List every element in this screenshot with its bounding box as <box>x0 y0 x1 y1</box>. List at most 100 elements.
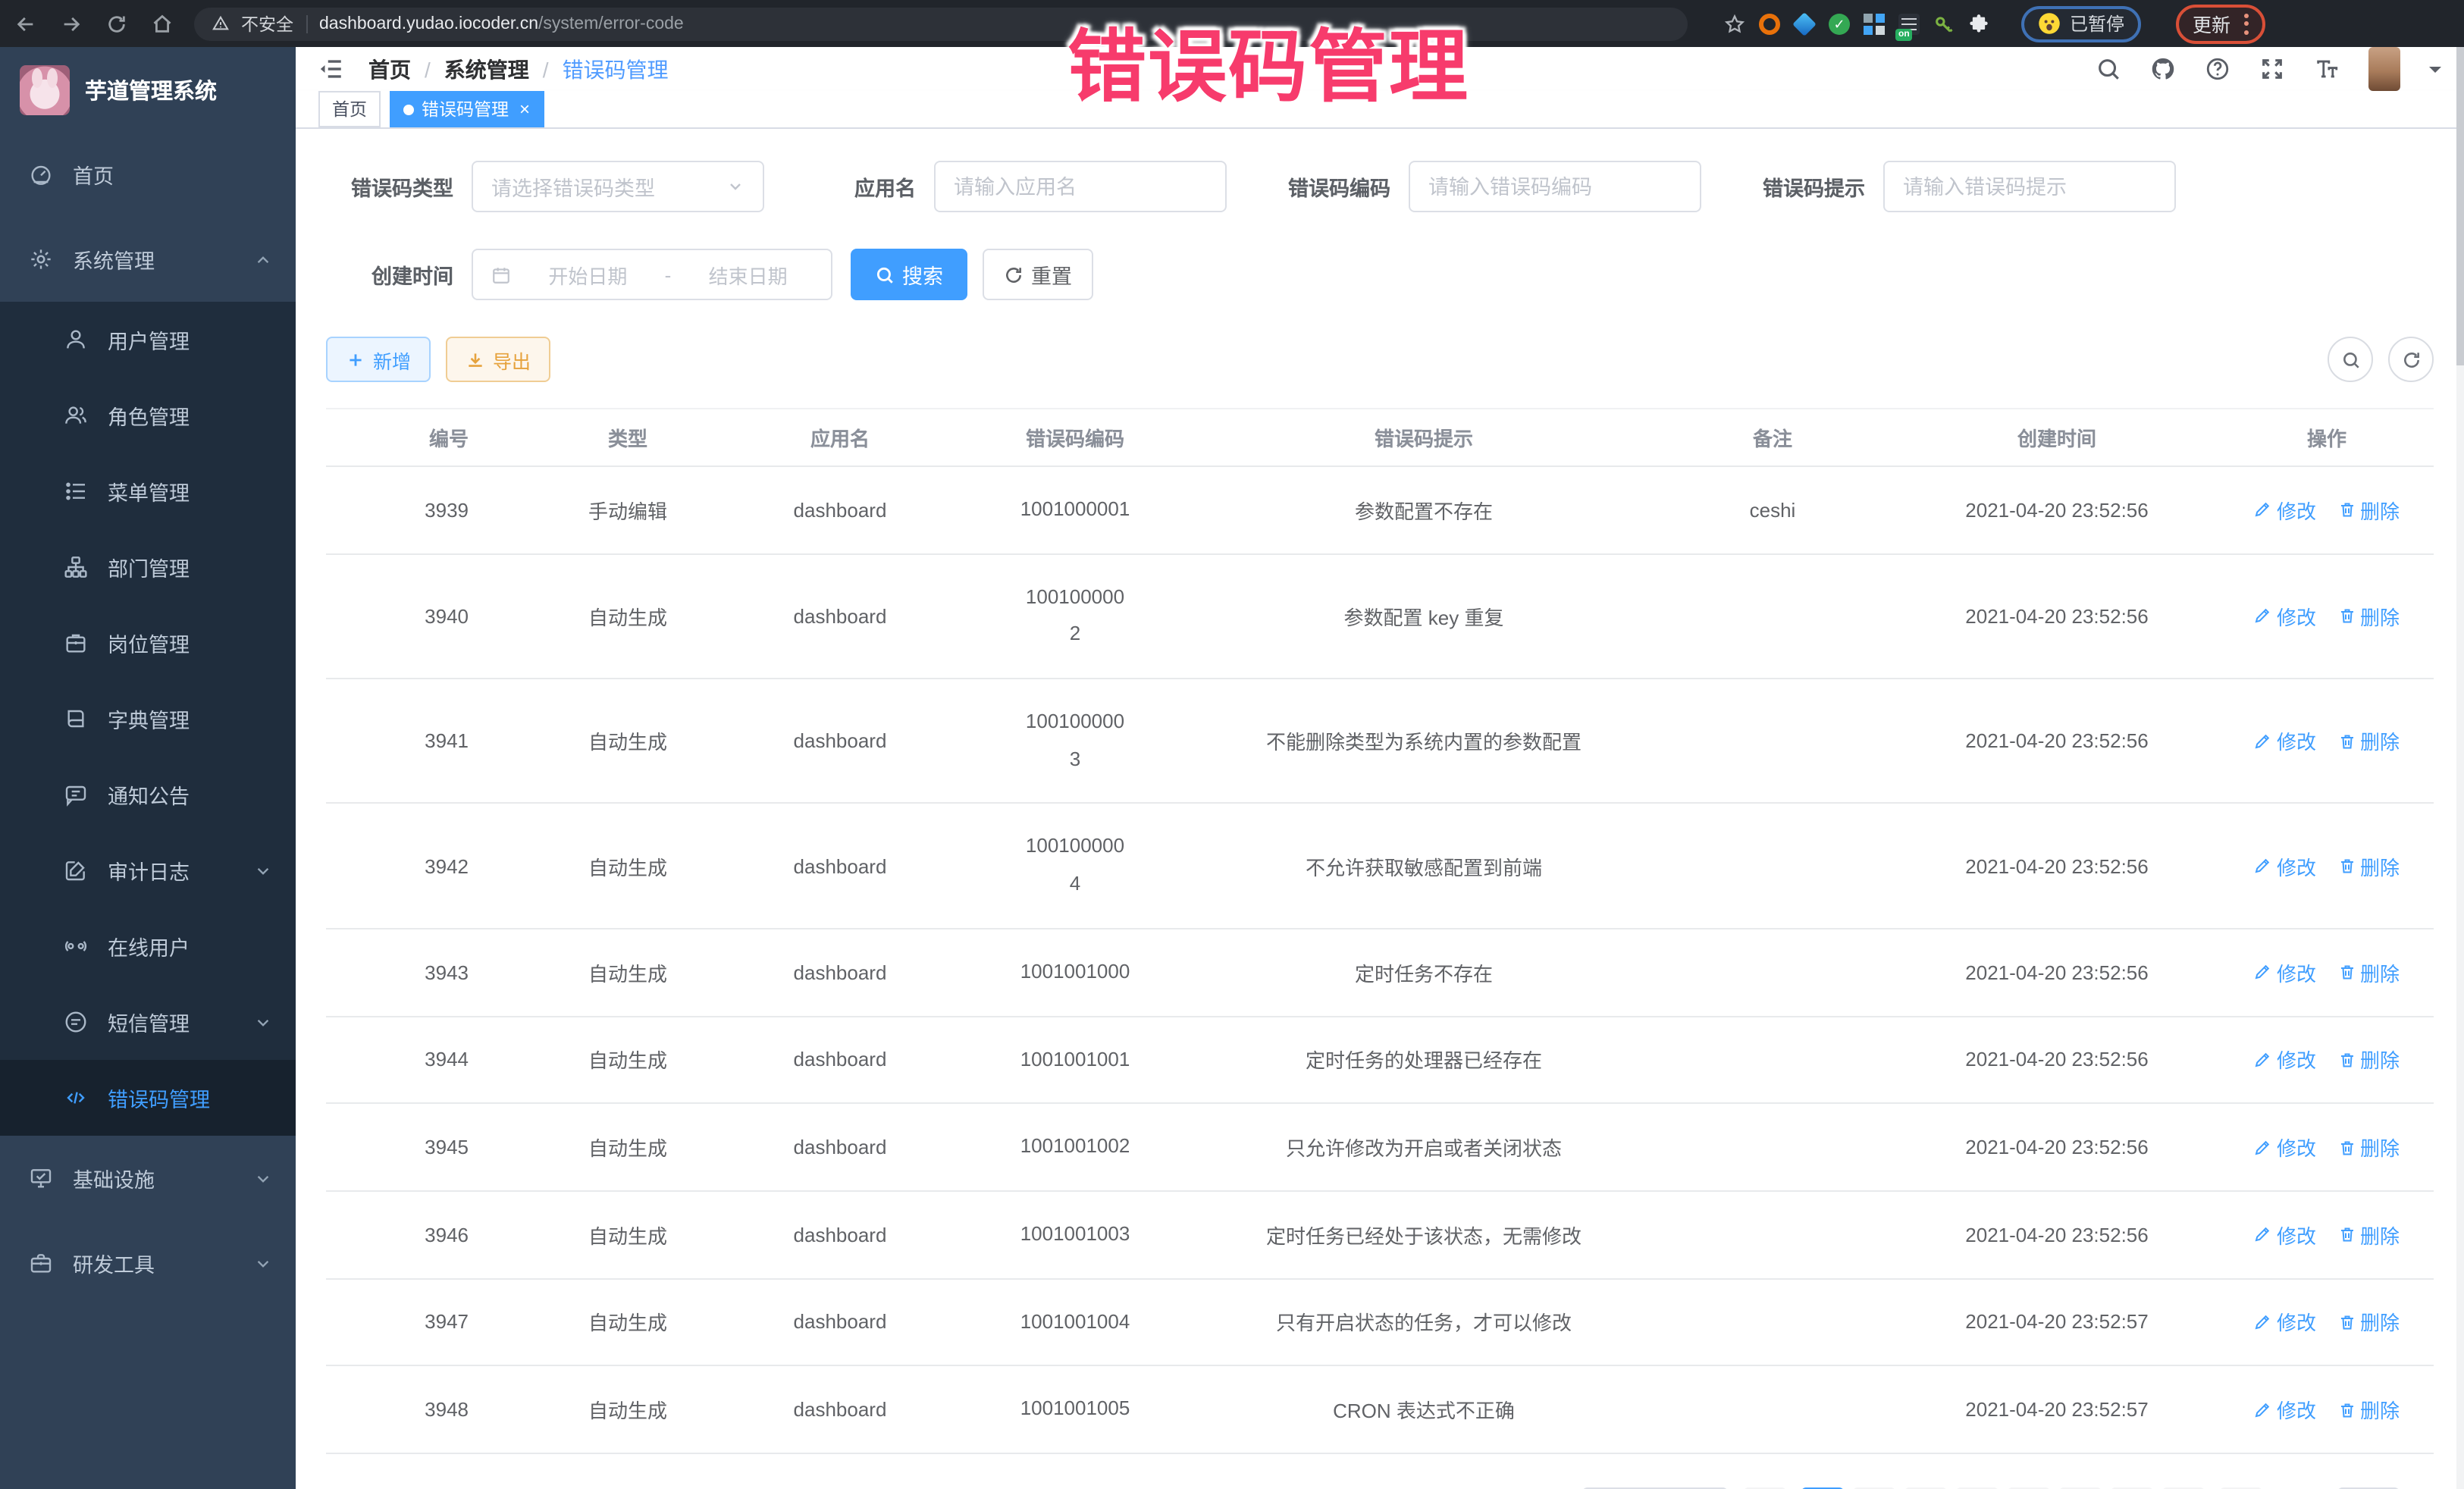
browser-forward-icon[interactable] <box>61 13 82 34</box>
sidebar-item-system-mgmt[interactable]: 系统管理 <box>0 217 296 302</box>
table-cell: ceshi <box>1651 466 1894 553</box>
search-icon <box>2340 350 2360 369</box>
breadcrumb-home[interactable]: 首页 <box>368 54 411 84</box>
roles-icon <box>64 403 88 428</box>
add-button[interactable]: 新增 <box>326 337 431 382</box>
edit-link[interactable]: 修改 <box>2254 1220 2316 1249</box>
actions-cell: 修改删除 <box>2220 679 2434 804</box>
delete-link[interactable]: 删除 <box>2337 496 2400 525</box>
profile-paused-badge[interactable]: 已暂停 <box>2021 5 2141 42</box>
edit-link[interactable]: 修改 <box>2254 727 2316 756</box>
extension-grid-icon[interactable] <box>1864 13 1885 34</box>
delete-link[interactable]: 删除 <box>2337 958 2400 986</box>
fullscreen-icon[interactable] <box>2259 56 2285 82</box>
edit-link[interactable]: 修改 <box>2254 1045 2316 1074</box>
sidebar-item-audit-log[interactable]: 审计日志 <box>0 832 296 908</box>
extension-check-icon[interactable]: ✓ <box>1829 13 1850 34</box>
edit-link[interactable]: 修改 <box>2254 496 2316 525</box>
help-question-icon[interactable] <box>2205 56 2230 82</box>
delete-link[interactable]: 删除 <box>2337 1220 2400 1249</box>
edit-link[interactable]: 修改 <box>2254 602 2316 631</box>
app-name-input[interactable] <box>954 175 1207 198</box>
sidebar-item-infrastructure[interactable]: 基础设施 <box>0 1136 296 1221</box>
extension-list-on-icon[interactable]: on <box>1898 13 1920 34</box>
sidebar-item-dev-tools[interactable]: 研发工具 <box>0 1221 296 1306</box>
github-icon[interactable] <box>2150 56 2176 82</box>
chevron-up-icon <box>255 251 271 268</box>
table-cell: 3945 <box>326 1103 529 1190</box>
extension-key-icon[interactable] <box>1933 13 1955 34</box>
delete-trash-icon <box>2337 607 2356 625</box>
edit-link[interactable]: 修改 <box>2254 958 2316 986</box>
reset-button[interactable]: 重置 <box>983 249 1093 300</box>
delete-link[interactable]: 删除 <box>2337 602 2400 631</box>
sidebar-item-home[interactable]: 首页 <box>0 132 296 217</box>
header-search-icon[interactable] <box>2096 56 2121 82</box>
avatar-caret-down-icon[interactable] <box>2429 66 2441 78</box>
bookmark-star-icon[interactable] <box>1724 13 1745 34</box>
table-cell: 2021-04-20 23:52:56 <box>1894 466 2220 553</box>
edit-link[interactable]: 修改 <box>2254 1133 2316 1161</box>
actions-cell: 修改删除 <box>2220 466 2434 553</box>
table-cell: 2021-04-20 23:52:56 <box>1894 929 2220 1016</box>
table-cell <box>1651 1366 1894 1453</box>
browser-update-button[interactable]: 更新 <box>2176 4 2265 43</box>
breadcrumb-system[interactable]: 系统管理 <box>444 54 529 84</box>
sidebar-item-post-mgmt[interactable]: 岗位管理 <box>0 605 296 681</box>
delete-link[interactable]: 删除 <box>2337 851 2400 880</box>
sidebar-item-user-mgmt[interactable]: 用户管理 <box>0 302 296 378</box>
browser-menu-dots-icon[interactable] <box>2244 13 2249 34</box>
delete-link[interactable]: 删除 <box>2337 1395 2400 1424</box>
browser-reload-icon[interactable] <box>106 13 127 34</box>
post-badge-icon <box>64 631 88 655</box>
sidebar-item-online-users[interactable]: 在线用户 <box>0 908 296 984</box>
search-button[interactable]: 搜索 <box>851 249 967 300</box>
tag-error-code-active[interactable]: 错误码管理 × <box>390 91 544 127</box>
error-code-input[interactable] <box>1428 175 1682 198</box>
sidebar-item-label: 系统管理 <box>73 244 155 274</box>
sidebar-item-sms-mgmt[interactable]: 短信管理 <box>0 984 296 1060</box>
delete-link[interactable]: 删除 <box>2337 727 2400 756</box>
edit-link[interactable]: 修改 <box>2254 1395 2316 1424</box>
table-row: 3947自动生成dashboard1001001004只有开启状态的任务，才可以… <box>326 1278 2434 1365</box>
browser-home-icon[interactable] <box>152 13 173 34</box>
browser-back-icon[interactable] <box>15 13 36 34</box>
column-header: 错误码编码 <box>954 409 1196 466</box>
extension-orange-icon[interactable] <box>1759 13 1780 34</box>
table-cell: 自动生成 <box>529 804 726 929</box>
tag-home[interactable]: 首页 <box>318 91 381 127</box>
refresh-table-button[interactable] <box>2388 337 2434 382</box>
date-range-picker[interactable]: 开始日期 - 结束日期 <box>472 249 832 300</box>
app-logo-row[interactable]: 芋道管理系统 <box>0 47 296 132</box>
error-type-select[interactable]: 请选择错误码类型 <box>472 161 764 212</box>
sidebar-item-role-mgmt[interactable]: 角色管理 <box>0 378 296 453</box>
edit-link[interactable]: 修改 <box>2254 851 2316 880</box>
font-size-icon[interactable] <box>2314 56 2340 82</box>
extension-gem-icon[interactable] <box>1792 11 1817 36</box>
table-cell: 自动生成 <box>529 553 726 679</box>
sidebar-item-menu-mgmt[interactable]: 菜单管理 <box>0 453 296 529</box>
sidebar-toggle-hamburger-icon[interactable] <box>318 56 344 82</box>
delete-link[interactable]: 删除 <box>2337 1308 2400 1337</box>
sidebar-item-dict-mgmt[interactable]: 字典管理 <box>0 681 296 757</box>
table-cell: 2021-04-20 23:52:56 <box>1894 553 2220 679</box>
sidebar-item-notice-mgmt[interactable]: 通知公告 <box>0 757 296 832</box>
delete-link[interactable]: 删除 <box>2337 1133 2400 1161</box>
export-button[interactable]: 导出 <box>446 337 550 382</box>
refresh-icon <box>1004 265 1024 284</box>
delete-link[interactable]: 删除 <box>2337 1045 2400 1074</box>
edit-link[interactable]: 修改 <box>2254 1308 2316 1337</box>
tag-close-icon[interactable]: × <box>519 100 530 118</box>
table-cell <box>1651 1103 1894 1190</box>
sidebar-item-error-code-mgmt[interactable]: 错误码管理 <box>0 1060 296 1136</box>
table-cell: 3944 <box>326 1016 529 1103</box>
sidebar-item-dept-mgmt[interactable]: 部门管理 <box>0 529 296 605</box>
table-cell: 1001001003 <box>954 1191 1196 1278</box>
extensions-puzzle-icon[interactable] <box>1968 13 1989 34</box>
scrollbar-thumb[interactable] <box>2456 47 2464 365</box>
page-scrollbar[interactable] <box>2456 47 2464 1489</box>
toggle-search-button[interactable] <box>2328 337 2373 382</box>
error-hint-input[interactable] <box>1903 175 2156 198</box>
user-avatar[interactable] <box>2368 47 2400 91</box>
not-secure-warning-icon[interactable] <box>212 15 229 32</box>
